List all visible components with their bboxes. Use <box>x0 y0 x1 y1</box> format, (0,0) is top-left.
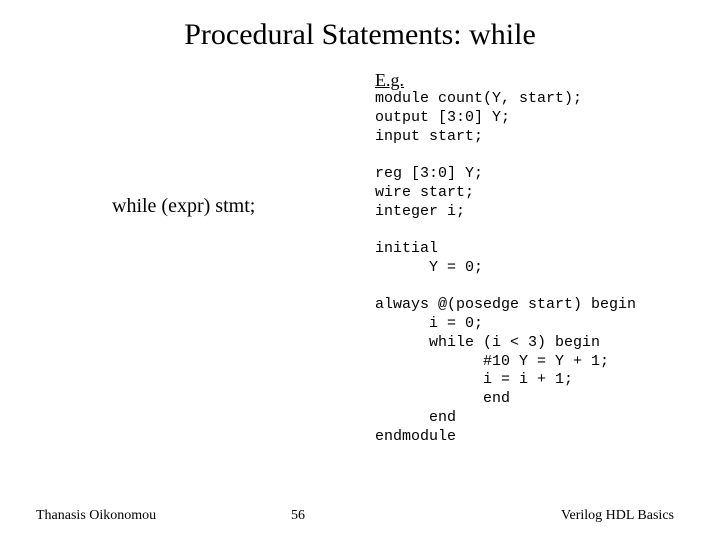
example-label: E.g. <box>375 70 404 91</box>
slide: Procedural Statements: while E.g. module… <box>0 0 720 540</box>
footer-topic: Verilog HDL Basics <box>561 508 674 524</box>
page-title: Procedural Statements: while <box>0 18 720 52</box>
code-example: module count(Y, start); output [3:0] Y; … <box>375 90 636 446</box>
syntax-text: while (expr) stmt; <box>112 195 255 218</box>
footer-page-number: 56 <box>291 508 305 523</box>
